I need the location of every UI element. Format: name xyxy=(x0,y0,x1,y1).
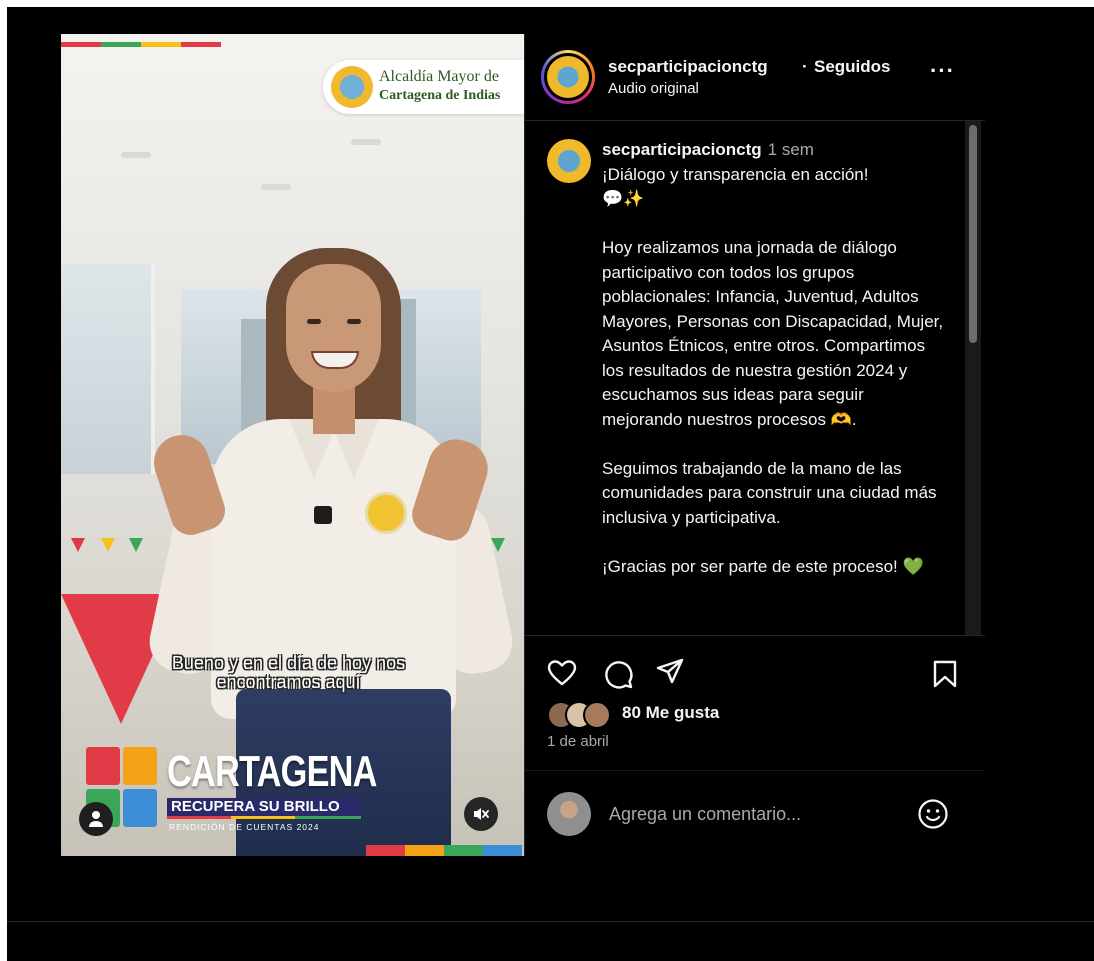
tagged-users-button[interactable] xyxy=(79,802,113,836)
window xyxy=(61,264,155,474)
viewer-avatar xyxy=(547,792,591,836)
ceiling-light xyxy=(351,139,381,145)
caption-author-avatar[interactable] xyxy=(547,139,591,183)
heart-icon[interactable] xyxy=(547,659,577,687)
caption-paragraph: Hoy realizamos una jornada de diálogo pa… xyxy=(602,238,944,429)
post-actions: 80 Me gusta 1 de abril xyxy=(525,637,985,757)
presenter-face xyxy=(286,264,381,392)
liker-avatar xyxy=(583,701,611,729)
speaker-muted-icon xyxy=(474,808,489,820)
comment-icon[interactable] xyxy=(603,659,633,689)
alcaldia-emblem-icon xyxy=(331,66,373,108)
caption-scroll-area[interactable]: secparticipacionctg 1 sem ¡Diálogo y tran… xyxy=(525,121,985,636)
scrollbar-thumb[interactable] xyxy=(969,125,977,343)
brand-wordmark: CARTAGENA xyxy=(167,747,377,796)
post-header: secparticipacionctg · Seguidos Audio ori… xyxy=(525,34,985,121)
lapel-microphone xyxy=(314,506,332,524)
caption-username-link[interactable]: secparticipacionctg xyxy=(602,140,762,159)
author-username-link[interactable]: secparticipacionctg xyxy=(608,57,768,77)
shirt-emblem-badge xyxy=(365,492,407,534)
audio-link[interactable]: Audio original xyxy=(608,80,699,97)
post-details-panel: secparticipacionctg · Seguidos Audio ori… xyxy=(524,34,985,856)
top-color-stripe xyxy=(61,34,224,47)
author-avatar[interactable] xyxy=(541,50,595,104)
more-options-icon[interactable]: ··· xyxy=(930,58,955,84)
caption-paragraph: ¡Gracias por ser parte de este proceso! … xyxy=(602,556,924,576)
author-avatar-image xyxy=(547,56,589,98)
likes-count-link[interactable]: 80 Me gusta xyxy=(622,703,719,723)
post-date[interactable]: 1 de abril xyxy=(547,733,609,750)
ceiling-light xyxy=(121,152,151,158)
reel-video[interactable]: Alcaldía Mayor de Cartagena de Indias Bu… xyxy=(61,34,524,856)
brand-caption: RENDICIÓN DE CUENTAS 2024 xyxy=(169,822,320,832)
ceiling-light xyxy=(261,184,291,190)
person-icon xyxy=(89,811,103,827)
brand-slogan: RECUPERA SU BRILLO xyxy=(167,798,361,816)
alcaldia-title: Alcaldía Mayor de xyxy=(379,68,499,85)
presenter-eye xyxy=(347,319,361,324)
bottom-divider xyxy=(7,921,1094,922)
share-icon[interactable] xyxy=(655,657,685,687)
bottom-color-stripe xyxy=(366,844,524,856)
presenter-eye xyxy=(307,319,321,324)
subtitle-line: encontramos aquí xyxy=(216,672,361,692)
bookmark-icon[interactable] xyxy=(932,659,958,689)
mute-toggle-button[interactable] xyxy=(464,797,498,831)
caption-text: secparticipacionctg 1 sem ¡Diálogo y tran… xyxy=(602,138,947,579)
caption-timestamp[interactable]: 1 sem xyxy=(768,140,814,159)
comment-input[interactable] xyxy=(607,801,901,827)
brand-stripe xyxy=(167,816,361,819)
caption-paragraph: Seguimos trabajando de la mano de las co… xyxy=(602,458,937,527)
alcaldia-logo: Alcaldía Mayor de Cartagena de Indias xyxy=(323,60,524,114)
caption-headline: ¡Diálogo y transparencia en acción! xyxy=(602,164,869,184)
caption-headline-emoji: 💬✨ xyxy=(602,189,645,208)
add-comment-bar xyxy=(525,770,985,857)
emoji-icon[interactable] xyxy=(917,798,949,830)
subtitle-line: Bueno y en el día de hoy nos xyxy=(171,653,406,673)
alcaldia-subtitle: Cartagena de Indias xyxy=(379,88,501,103)
separator-dot: · xyxy=(802,57,808,76)
likers-avatars[interactable] xyxy=(547,701,617,729)
following-button[interactable]: Seguidos xyxy=(814,57,891,77)
video-subtitle: Bueno y en el día de hoy nos encontramos… xyxy=(141,654,436,692)
